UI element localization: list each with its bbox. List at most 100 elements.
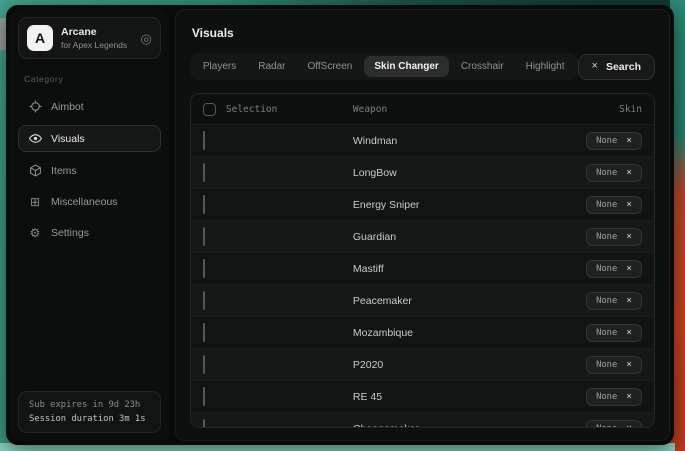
tab-offscreen[interactable]: OffScreen [298,56,363,77]
skin-value: None [596,392,617,402]
weapon-name: P2020 [353,359,522,371]
table-row: RE 45 None × [191,380,654,412]
target-icon[interactable]: ◎ [141,32,152,45]
skin-value: None [596,232,617,242]
row-checkbox[interactable] [203,323,205,342]
clear-skin-icon[interactable]: × [626,328,632,338]
tab-bar: Players Radar OffScreen Skin Changer Cro… [190,53,578,80]
skin-value: None [596,296,617,306]
row-checkbox[interactable] [203,387,205,406]
sidebar-item-miscellaneous[interactable]: ⊞ Miscellaneous [18,189,161,215]
app-logo: A [27,25,53,51]
sidebar-item-label: Visuals [51,133,85,145]
clear-skin-icon[interactable]: × [626,424,632,428]
weapon-name: Windman [353,135,522,147]
clear-skin-icon[interactable]: × [626,360,632,370]
weapon-name: RE 45 [353,391,522,403]
category-label: Category [24,74,155,84]
weapon-name: Mastiff [353,263,522,275]
weapon-name: Peacemaker [353,295,522,307]
x-icon: × [592,61,598,72]
row-checkbox[interactable] [203,291,205,310]
row-checkbox[interactable] [203,163,205,182]
skin-value: None [596,328,617,338]
skin-value: None [596,136,617,146]
search-button[interactable]: × Search [578,54,655,80]
table-row: Energy Sniper None× [191,188,654,220]
tab-crosshair[interactable]: Crosshair [451,56,514,77]
tab-highlight[interactable]: Highlight [516,56,575,77]
row-checkbox[interactable] [203,419,205,429]
table-row: Mozambique None × [191,316,654,348]
sidebar-item-settings[interactable]: ⚙ Settings [18,220,161,246]
weapon-name: Mozambique [353,327,522,339]
table-row: P2020 None × [191,348,654,380]
table-row: Windman None × [191,124,654,156]
page-title: Visuals [192,26,655,40]
skin-select[interactable]: None × [586,356,642,374]
clear-skin-icon[interactable]: × [626,296,632,306]
header-selection: Selection [226,104,277,115]
eye-icon [28,132,42,145]
cube-icon [28,164,42,177]
skin-select[interactable]: None × [586,324,642,342]
app-name: Arcane [61,26,127,38]
search-button-label: Search [606,61,641,73]
clear-skin-icon[interactable]: × [626,200,632,210]
subscription-card: Sub expires in 9d 23h Session duration 3… [18,391,161,433]
row-checkbox[interactable] [203,227,205,246]
sidebar-item-visuals[interactable]: Visuals [18,125,161,152]
table-header: Selection Weapon Skin [191,94,654,124]
skin-select[interactable]: None × [586,164,642,182]
header-weapon: Weapon [353,104,522,115]
tab-skin-changer[interactable]: Skin Changer [364,56,448,77]
skin-value: None [596,424,617,429]
skin-value: None [596,360,617,370]
skin-select[interactable]: None × [586,228,642,246]
sidebar-item-label: Aimbot [51,101,84,113]
row-checkbox[interactable] [203,355,205,374]
table-row: Changemaker None × [191,412,654,428]
row-checkbox[interactable] [203,131,205,150]
tab-radar[interactable]: Radar [248,56,295,77]
table-row: LongBow None × [191,156,654,188]
header-skin: Skin [522,104,642,115]
clear-skin-icon[interactable]: × [626,264,632,274]
clear-skin-icon[interactable]: × [626,168,632,178]
row-checkbox[interactable] [203,259,205,278]
weapon-name: Changemaker [353,423,522,429]
app-logo-card: A Arcane for Apex Legends ◎ [18,17,161,59]
skin-select[interactable]: None × [586,420,642,429]
tab-players[interactable]: Players [193,56,246,77]
table-row: Guardian None × [191,220,654,252]
table-row: Peacemaker None × [191,284,654,316]
table-row: Mastiff None × [191,252,654,284]
sidebar-item-label: Settings [51,227,89,239]
skin-select[interactable]: None × [586,260,642,278]
row-checkbox[interactable] [203,195,205,214]
crosshair-icon [28,100,42,113]
skin-select[interactable]: None × [586,388,642,406]
sidebar-item-items[interactable]: Items [18,157,161,184]
grid-icon: ⊞ [28,196,42,208]
sidebar-item-label: Items [51,165,77,177]
app-subtitle: for Apex Legends [61,40,127,50]
skin-select[interactable]: None × [586,196,642,214]
skin-table: Selection Weapon Skin Windman None × Long… [190,93,655,428]
app-window: A Arcane for Apex Legends ◎ Category Aim… [6,5,674,445]
weapon-name: Guardian [353,231,522,243]
sidebar-item-aimbot[interactable]: Aimbot [18,93,161,120]
skin-select[interactable]: None × [586,292,642,310]
clear-skin-icon[interactable]: × [626,392,632,402]
gear-icon: ⚙ [28,227,42,239]
clear-skin-icon[interactable]: × [626,232,632,242]
select-all-checkbox[interactable] [203,103,216,116]
skin-value: None [596,264,617,274]
sidebar: A Arcane for Apex Legends ◎ Category Aim… [10,9,169,441]
sidebar-item-label: Miscellaneous [51,196,118,208]
skin-select[interactable]: None × [586,132,642,150]
weapon-name: LongBow [353,167,522,179]
clear-skin-icon[interactable]: × [626,136,632,146]
skin-value: None [596,200,617,210]
skin-value: None [596,168,617,178]
